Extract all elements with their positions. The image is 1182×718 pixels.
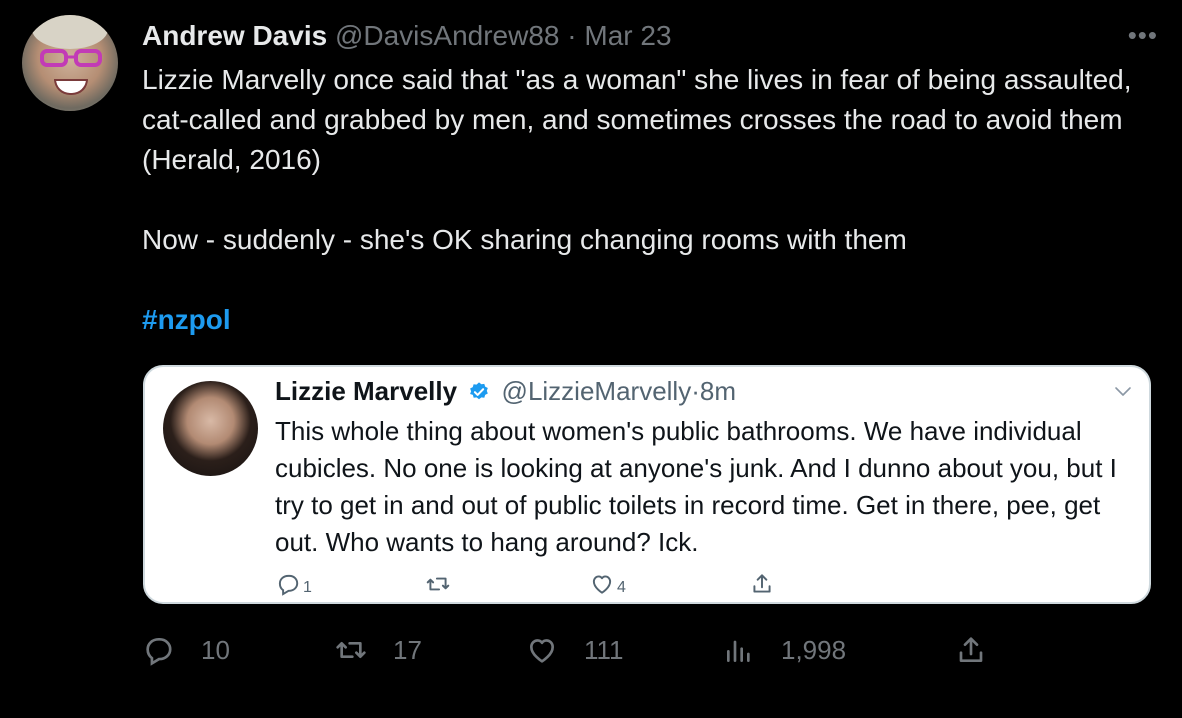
quoted-tweet-text: This whole thing about women's public ba… xyxy=(275,416,1117,557)
share-icon xyxy=(753,574,771,593)
quoted-like-button[interactable]: 4 xyxy=(589,571,626,597)
tweet-date[interactable]: Mar 23 xyxy=(584,20,671,51)
quoted-tweet-card[interactable]: Lizzie Marvelly @LizzieMarvelly·8m This … xyxy=(143,365,1151,604)
like-button[interactable]: 111 xyxy=(526,634,624,666)
views-button[interactable]: 1,998 xyxy=(723,634,846,666)
reply-button[interactable]: 10 xyxy=(143,634,230,666)
quoted-retweet-button[interactable] xyxy=(425,571,451,597)
tweet-paragraph: Lizzie Marvelly once said that "as a wom… xyxy=(142,64,1132,175)
retweet-count: 17 xyxy=(393,634,422,665)
avatar-smile xyxy=(54,79,88,95)
share-button[interactable] xyxy=(955,634,987,666)
tweet-header: Andrew Davis @DavisAndrew88 · Mar 23 xyxy=(142,18,672,54)
author-name[interactable]: Andrew Davis xyxy=(142,20,327,51)
like-count: 111 xyxy=(584,634,624,665)
quoted-author-handle[interactable]: @LizzieMarvelly xyxy=(502,376,692,406)
tweet-paragraph: Now - suddenly - she's OK sharing changi… xyxy=(142,224,907,255)
tweet-text: Lizzie Marvelly once said that "as a wom… xyxy=(142,60,1152,340)
heart-icon xyxy=(530,639,554,663)
verified-badge-icon xyxy=(470,382,489,400)
reply-count: 10 xyxy=(201,634,230,665)
author-avatar[interactable] xyxy=(22,15,118,111)
retweet-button[interactable]: 17 xyxy=(335,634,422,666)
quoted-share-button[interactable] xyxy=(749,571,775,597)
header-separator: · xyxy=(567,20,577,51)
more-options-icon[interactable]: ••• xyxy=(1128,20,1158,51)
views-count: 1,998 xyxy=(781,634,847,665)
analytics-icon xyxy=(727,640,750,662)
retweet-icon xyxy=(426,577,450,591)
reply-icon xyxy=(278,574,299,596)
quoted-reply-count: 1 xyxy=(303,579,312,596)
quoted-header-separator: · xyxy=(691,376,700,406)
quoted-author-avatar[interactable] xyxy=(163,381,258,476)
share-icon xyxy=(959,637,983,662)
author-handle[interactable]: @DavisAndrew88 xyxy=(335,20,560,51)
quoted-author-name[interactable]: Lizzie Marvelly xyxy=(275,376,457,406)
heart-icon xyxy=(592,575,612,594)
quoted-tweet-time[interactable]: 8m xyxy=(700,376,736,406)
hashtag-link[interactable]: #nzpol xyxy=(142,304,231,335)
reply-icon xyxy=(146,638,172,666)
chevron-down-icon[interactable] xyxy=(1113,381,1133,401)
retweet-icon xyxy=(336,642,366,658)
quoted-like-count: 4 xyxy=(617,579,626,596)
glasses-icon xyxy=(40,49,102,67)
quoted-tweet-header: Lizzie Marvelly @LizzieMarvelly·8m xyxy=(275,373,736,409)
quoted-reply-button[interactable]: 1 xyxy=(275,571,312,597)
avatar-hair xyxy=(32,15,108,49)
